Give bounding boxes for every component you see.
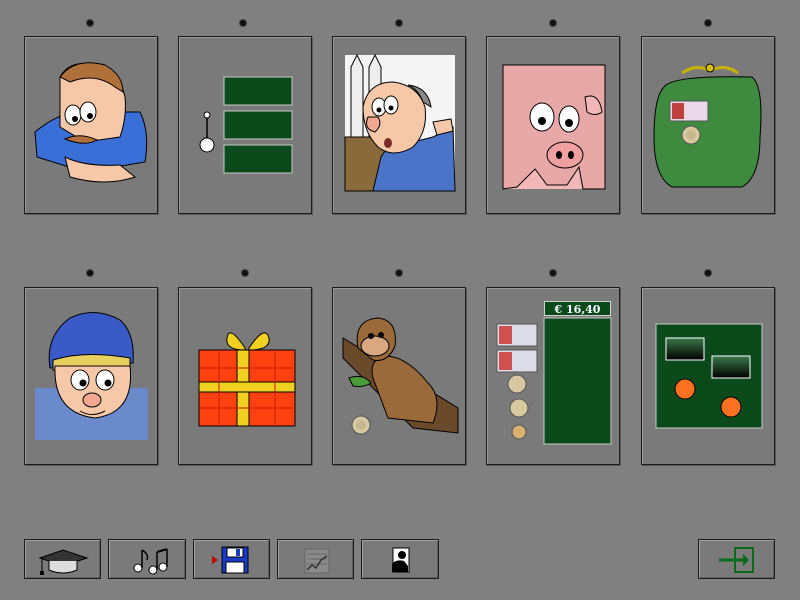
- card-monkey[interactable]: [332, 287, 466, 465]
- exit-icon: [719, 547, 754, 573]
- card-cash-register[interactable]: € 16,40: [486, 287, 620, 465]
- pin: [396, 270, 402, 276]
- card-gift[interactable]: [178, 287, 312, 465]
- gift-icon: [198, 332, 296, 427]
- person-icon: [392, 547, 410, 573]
- card-money-bag[interactable]: [641, 36, 775, 214]
- pin: [240, 20, 246, 26]
- card-green-bars[interactable]: [178, 36, 312, 214]
- pin: [396, 20, 402, 26]
- card-pig[interactable]: [486, 36, 620, 214]
- cash-icon: [496, 317, 612, 445]
- music-button[interactable]: [108, 539, 186, 579]
- profile-button[interactable]: [361, 539, 439, 579]
- boy-icon: [35, 312, 148, 440]
- card-boy-blue-cap[interactable]: [24, 287, 158, 465]
- bars-icon: [199, 76, 293, 174]
- pin: [87, 20, 93, 26]
- card-board-game[interactable]: [641, 287, 775, 465]
- line-chart-icon: [304, 548, 330, 574]
- save-button[interactable]: [193, 539, 270, 579]
- pin: [550, 20, 556, 26]
- exit-button[interactable]: [698, 539, 775, 579]
- floppy-disk-icon: [212, 546, 249, 574]
- pin: [705, 270, 711, 276]
- chart-button[interactable]: [277, 539, 354, 579]
- pin: [87, 270, 93, 276]
- pin: [550, 270, 556, 276]
- thinking-man-icon: [34, 62, 148, 183]
- card-bald-man-bottles[interactable]: [332, 36, 466, 214]
- card-man-thinking[interactable]: [24, 36, 158, 214]
- monkey-icon: [342, 317, 459, 435]
- board-game-icon: [655, 323, 763, 429]
- pig-icon: [502, 64, 606, 190]
- pin: [705, 20, 711, 26]
- graduation-cap-icon: [38, 549, 89, 575]
- pin: [242, 270, 248, 276]
- money-bag-icon: [653, 63, 762, 188]
- music-notes-icon: [133, 548, 168, 575]
- graduation-cap-button[interactable]: [24, 539, 101, 579]
- shopkeeper-icon: [344, 53, 456, 192]
